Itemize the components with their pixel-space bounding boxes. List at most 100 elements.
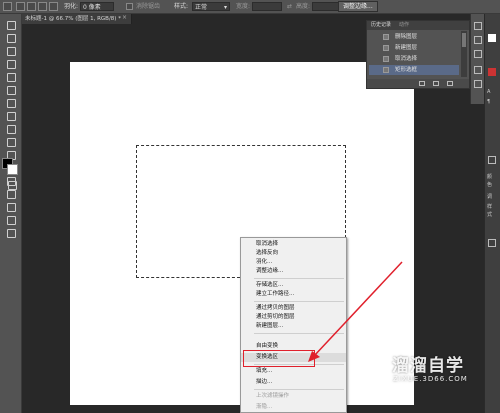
annotation-highlight-box — [243, 350, 315, 367]
tools-panel — [0, 14, 22, 413]
style-value: 正常 — [195, 4, 208, 11]
rectangular-marquee-tool-icon[interactable] — [4, 33, 17, 43]
tab-actions[interactable]: 动作 — [399, 22, 409, 29]
menu-item-label: 取消选择 — [256, 241, 279, 247]
document-title: 未标题-1 @ 66.7% (图层 1, RGB/8) * — [25, 16, 121, 22]
history-item-label: 新建图层 — [395, 45, 418, 51]
menu-item-label: 通过剪切的图层 — [256, 314, 295, 320]
tab-history[interactable]: 历史记录 — [371, 22, 391, 29]
trash-icon[interactable] — [447, 81, 453, 86]
layers-panel-icon[interactable] — [488, 239, 496, 247]
menu-item-select-inverse[interactable]: 选择反向 — [241, 249, 346, 258]
subtract-selection-icon[interactable] — [38, 2, 47, 11]
history-panel-icon[interactable] — [474, 22, 482, 30]
character-label[interactable]: A — [487, 89, 490, 95]
eraser-tool-icon[interactable] — [4, 137, 17, 147]
properties-panel-icon[interactable] — [474, 36, 482, 44]
menu-item-new-layer[interactable]: 新建图层... — [241, 322, 346, 331]
clone-stamp-tool-icon[interactable] — [4, 124, 17, 134]
history-panel: 历史记录 动作 删除图层 新建图层 取消选择 矩形选框 — [366, 20, 470, 89]
move-tool-icon[interactable] — [4, 20, 17, 30]
quick-mask-icon[interactable] — [5, 180, 18, 190]
close-icon[interactable]: × — [122, 14, 127, 22]
swap-icon[interactable]: ⇄ — [287, 2, 292, 11]
style-label: 样式: — [174, 3, 189, 10]
swatches-panel-icon[interactable] — [488, 68, 496, 76]
refine-edge-button[interactable]: 调整边缘... — [338, 1, 378, 12]
width-input[interactable] — [252, 2, 282, 11]
play-logo-icon — [354, 353, 386, 385]
context-menu: 取消选择 选择反向 羽化... 调整边缘... 存储选区... 建立工作路径..… — [240, 237, 347, 413]
height-label: 高度: — [296, 3, 311, 10]
history-item-selected[interactable]: 矩形选框 — [369, 65, 459, 75]
lasso-tool-icon[interactable] — [4, 46, 17, 56]
menu-item-fade: 渐隐... — [241, 403, 346, 412]
menu-item-layer-via-copy[interactable]: 通过拷贝的图层 — [241, 304, 346, 313]
scroll-thumb[interactable] — [462, 33, 466, 47]
menu-item-save-selection[interactable]: 存储选区... — [241, 281, 346, 290]
marquee-tool-preset-icon[interactable] — [3, 2, 12, 11]
history-item[interactable]: 删除图层 — [369, 32, 459, 42]
color-panel-label[interactable]: 颜 — [487, 174, 492, 180]
zoom-tool-icon[interactable] — [4, 228, 17, 238]
background-color-swatch[interactable] — [7, 164, 18, 175]
adjustments-panel-icon[interactable] — [488, 156, 496, 164]
style-select[interactable]: 正常 ▾ — [192, 2, 230, 11]
feather-label: 羽化: — [64, 3, 79, 10]
rectangle-tool-icon[interactable] — [4, 202, 17, 212]
color-panel-icon[interactable] — [488, 34, 496, 42]
watermark: 溜溜自学 ZIXUE.3D66.COM — [352, 345, 500, 395]
add-to-selection-icon[interactable] — [27, 2, 36, 11]
adjust-label[interactable]: 调 — [487, 194, 492, 200]
create-snapshot-icon[interactable] — [433, 81, 439, 86]
menu-item-layer-via-cut[interactable]: 通过剪切的图层 — [241, 313, 346, 322]
menu-item-refine-edge[interactable]: 调整边缘... — [241, 267, 346, 276]
anti-alias-label: 消除锯齿 — [136, 3, 161, 10]
menu-item-stroke[interactable]: 描边... — [241, 378, 346, 387]
anti-alias-checkbox[interactable] — [126, 3, 133, 10]
history-step-icon — [383, 45, 389, 51]
menu-item-feather[interactable]: 羽化... — [241, 258, 346, 267]
menu-item-label: 存储选区... — [256, 282, 284, 288]
styles-label[interactable]: 样 — [487, 204, 492, 210]
menu-item-label: 调整边缘... — [256, 268, 284, 274]
new-selection-icon[interactable] — [16, 2, 25, 11]
styles-label-2: 式 — [487, 212, 493, 218]
menu-item-fill[interactable]: 填充... — [241, 367, 346, 376]
menu-item-label: 描边... — [256, 379, 273, 385]
menu-item-deselect[interactable]: 取消选择 — [241, 240, 346, 249]
feather-input[interactable]: 0 像素 — [80, 2, 114, 11]
width-label: 宽度: — [236, 3, 251, 10]
menu-item-label: 建立工作路径... — [256, 291, 295, 297]
feather-value: 0 像素 — [83, 4, 101, 11]
chevron-down-icon: ▾ — [224, 4, 228, 11]
watermark-url: ZIXUE.3D66.COM — [393, 375, 468, 383]
menu-item-label: 上次滤镜操作 — [256, 393, 290, 399]
color-panel-label-2: 色 — [487, 182, 493, 188]
history-scrollbar[interactable] — [461, 31, 467, 77]
history-step-icon — [383, 34, 389, 40]
document-tab[interactable]: 未标题-1 @ 66.7% (图层 1, RGB/8) * × — [22, 14, 132, 24]
watermark-brand: 溜溜自学 — [392, 356, 464, 376]
history-item[interactable]: 取消选择 — [369, 54, 459, 64]
healing-brush-tool-icon[interactable] — [4, 98, 17, 108]
intersect-selection-icon[interactable] — [49, 2, 58, 11]
new-document-from-state-icon[interactable] — [419, 81, 425, 86]
brush-panel-icon[interactable] — [474, 50, 482, 58]
path-selection-tool-icon[interactable] — [4, 189, 17, 199]
collapsed-panel-dock — [470, 14, 484, 104]
menu-separator — [254, 389, 344, 390]
quick-selection-tool-icon[interactable] — [4, 59, 17, 69]
brush-tool-icon[interactable] — [4, 111, 17, 121]
crop-tool-icon[interactable] — [4, 72, 17, 82]
character-panel-icon[interactable] — [474, 66, 482, 74]
history-step-icon — [383, 56, 389, 62]
eyedropper-tool-icon[interactable] — [4, 85, 17, 95]
paragraph-label[interactable]: ¶ — [487, 99, 490, 105]
menu-item-label: 选择反向 — [256, 250, 279, 256]
history-item[interactable]: 新建图层 — [369, 43, 459, 53]
hand-tool-icon[interactable] — [4, 215, 17, 225]
paragraph-panel-icon[interactable] — [474, 80, 482, 88]
menu-separator — [254, 301, 344, 302]
menu-item-make-work-path[interactable]: 建立工作路径... — [241, 290, 346, 299]
